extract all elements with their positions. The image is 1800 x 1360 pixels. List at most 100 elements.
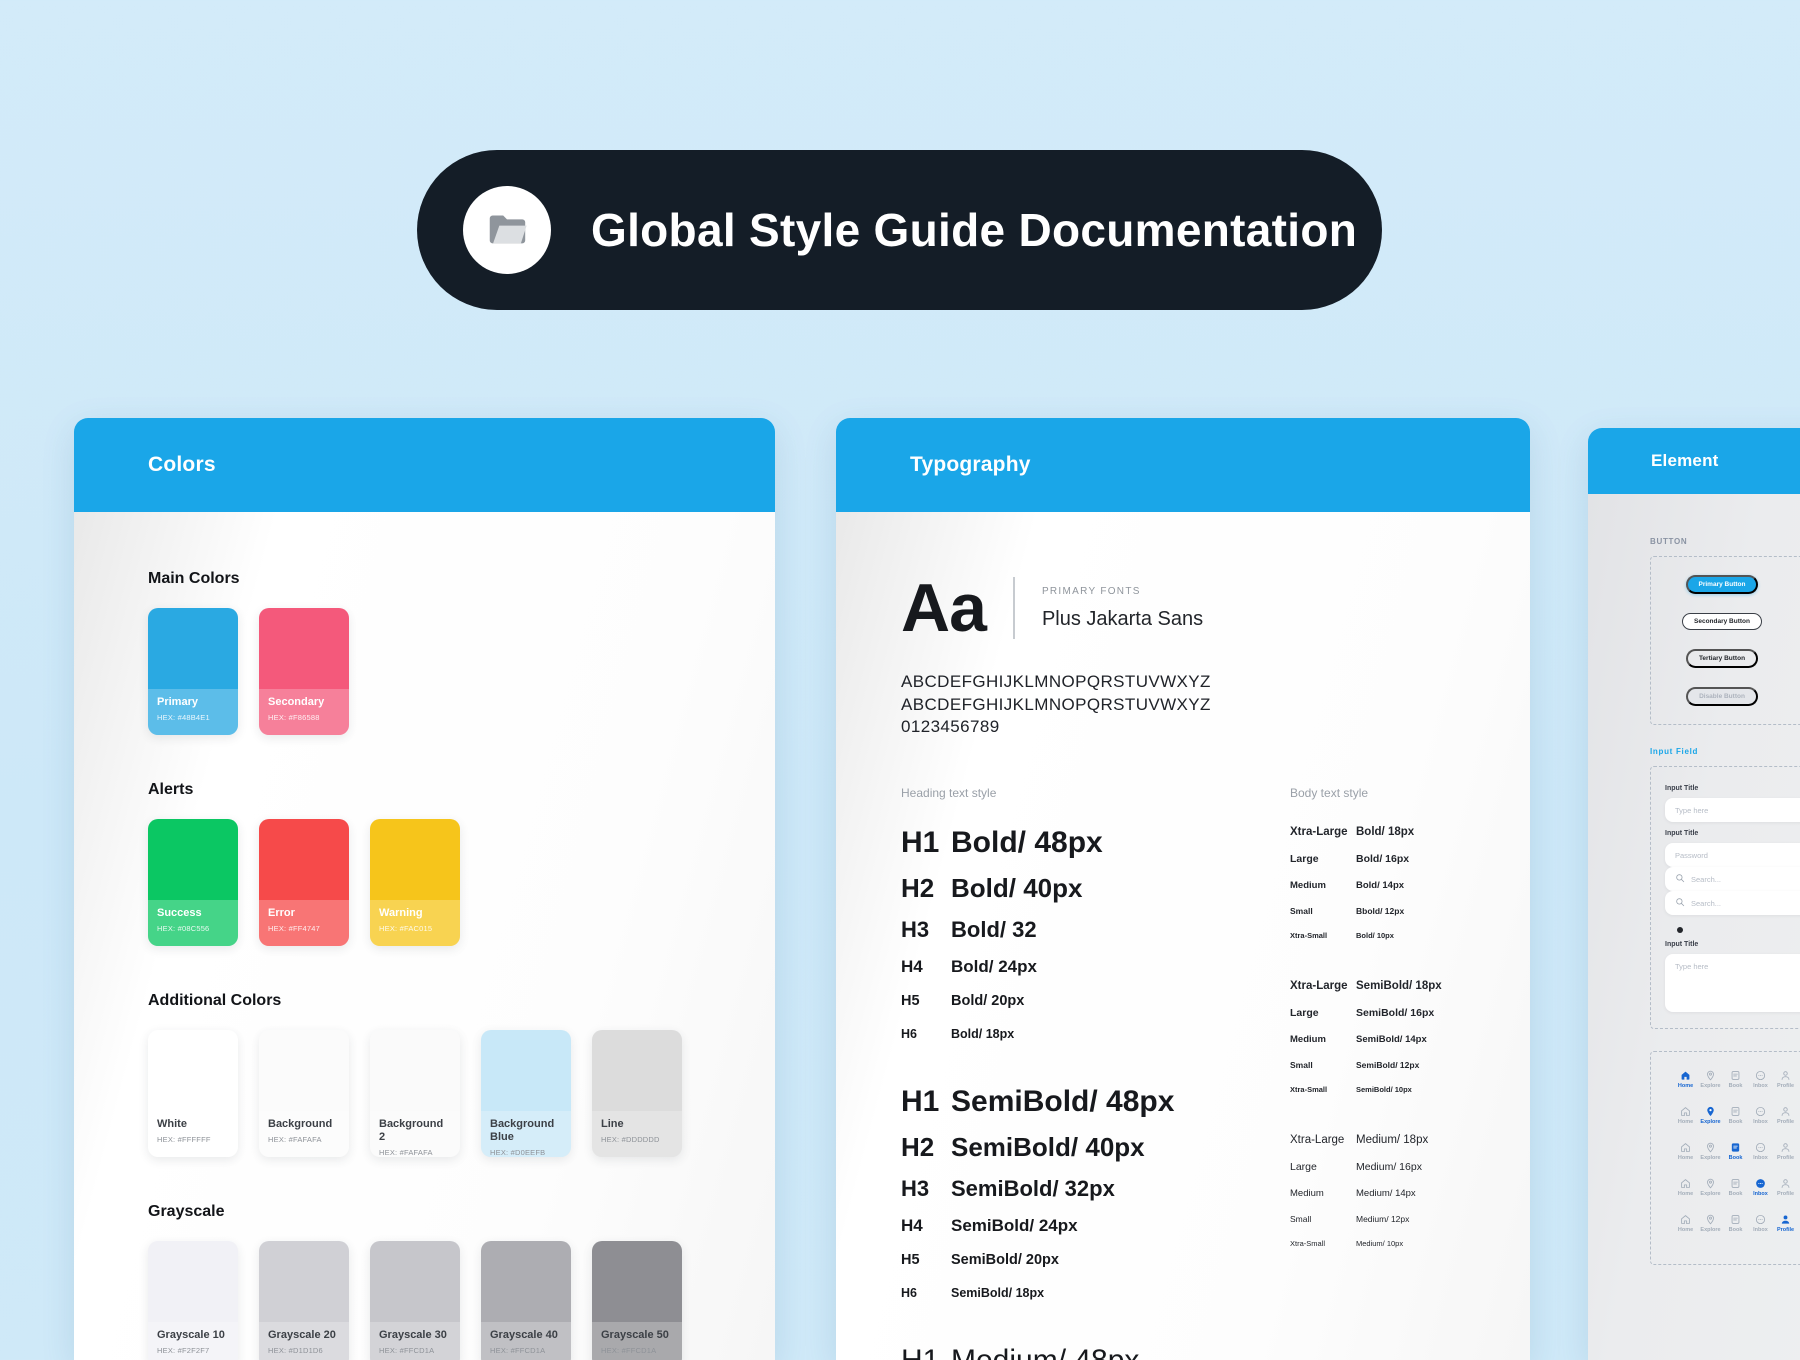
tab-item-explore[interactable]: Explore <box>1698 1214 1723 1233</box>
swatch-name: Error <box>268 907 340 920</box>
book-icon <box>1723 1142 1748 1153</box>
tertiary-button-small[interactable]: Tertiary Button <box>1686 649 1758 668</box>
heading-style-value: SemiBold/ 18px <box>951 1286 1044 1300</box>
secondary-button-small[interactable]: Secondary Button <box>1682 613 1762 630</box>
swatch-hex: HEX: #FFCD1A <box>601 1346 673 1355</box>
body-size-label: Medium <box>1290 1188 1356 1199</box>
tab-item-explore[interactable]: Explore <box>1698 1142 1723 1161</box>
tab-label: Home <box>1673 1155 1698 1161</box>
swatch-hex: HEX: #FFFFFF <box>157 1135 229 1144</box>
body-style-value: Bold/ 16px <box>1356 853 1409 865</box>
tab-item-inbox[interactable]: Inbox <box>1748 1070 1773 1089</box>
heading-style-row: H4 SemiBold/ 24px <box>901 1216 1290 1236</box>
body-style-row: Xtra-Large SemiBold/ 18px <box>1290 980 1530 992</box>
tab-item-explore[interactable]: Explore <box>1698 1178 1723 1197</box>
tab-item-book[interactable]: Book <box>1723 1214 1748 1233</box>
heading-style-group: H1 Medium/ 48px H2 Medium/ 40px <box>901 1344 1290 1360</box>
color-swatch: Success HEX: #08C556 <box>148 819 238 946</box>
colors-panel-body: Main Colors Primary HEX: #48B4E1 Seconda… <box>74 512 775 1360</box>
tab-item-home[interactable]: Home <box>1673 1142 1698 1161</box>
home-icon <box>1673 1106 1698 1117</box>
search-input[interactable]: Search... <box>1665 867 1800 891</box>
body-size-label: Medium <box>1290 880 1356 891</box>
password-input[interactable]: Password <box>1665 843 1800 867</box>
tab-item-profile[interactable]: Profile <box>1773 1214 1798 1233</box>
heading-styles-column: Heading text style H1 Bold/ 48px H2 Bold… <box>901 786 1290 1360</box>
heading-style-value: SemiBold/ 32px <box>951 1176 1115 1202</box>
tab-item-home[interactable]: Home <box>1673 1214 1698 1233</box>
tab-label: Book <box>1723 1119 1748 1125</box>
swatch-name: Warning <box>379 907 451 920</box>
tab-label: Explore <box>1698 1119 1723 1125</box>
body-size-label: Large <box>1290 853 1356 865</box>
heading-style-row: H6 Bold/ 18px <box>901 1027 1290 1041</box>
tab-item-book[interactable]: Book <box>1723 1106 1748 1125</box>
tab-label: Inbox <box>1748 1191 1773 1197</box>
tab-item-home[interactable]: Home <box>1673 1070 1698 1089</box>
tab-item-home[interactable]: Home <box>1673 1178 1698 1197</box>
tab-item-inbox[interactable]: Inbox <box>1748 1178 1773 1197</box>
body-style-row: Xtra-Small SemiBold/ 10px <box>1290 1085 1530 1094</box>
color-swatch: Primary HEX: #48B4E1 <box>148 608 238 735</box>
swatch-label: Background 2 HEX: #FAFAFA <box>370 1111 460 1157</box>
tab-label: Book <box>1723 1227 1748 1233</box>
inbox-icon <box>1748 1214 1773 1225</box>
color-section: Main Colors Primary HEX: #48B4E1 Seconda… <box>148 570 775 735</box>
body-style-value: Bold/ 10px <box>1356 931 1394 940</box>
colors-panel-title: Colors <box>148 453 216 477</box>
primary-fonts-label: PRIMARY FONTS <box>1042 586 1203 597</box>
home-icon <box>1673 1070 1698 1081</box>
body-styles-label: Body text style <box>1290 786 1530 800</box>
tab-item-home[interactable]: Home <box>1673 1106 1698 1125</box>
alphabet-line: ABCDEFGHIJKLMNOPQRSTUVWXYZ <box>901 671 1530 694</box>
tab-item-book[interactable]: Book <box>1723 1070 1748 1089</box>
body-style-row: Xtra-Small Medium/ 10px <box>1290 1239 1530 1248</box>
folder-icon-circle <box>463 186 551 274</box>
color-swatch: Background Blue HEX: #D0EEFB <box>481 1030 571 1157</box>
swatch-label: Grayscale 10 HEX: #F2F2F7 <box>148 1322 238 1360</box>
tab-item-inbox[interactable]: Inbox <box>1748 1106 1773 1125</box>
search-input[interactable]: Search... <box>1665 891 1800 915</box>
heading-tag: H4 <box>901 1216 951 1236</box>
tab-label: Inbox <box>1748 1119 1773 1125</box>
tab-item-book[interactable]: Book <box>1723 1142 1748 1161</box>
heading-style-value: Medium/ 48px <box>951 1344 1139 1360</box>
body-styles-column: Body text style Xtra-Large Bold/ 18px La… <box>1290 786 1530 1360</box>
body-size-label: Small <box>1290 1060 1356 1070</box>
tab-item-profile[interactable]: Profile <box>1773 1142 1798 1161</box>
body-size-label: Xtra-Large <box>1290 980 1356 992</box>
body-style-value: Medium/ 10px <box>1356 1239 1403 1248</box>
explore-pin-icon <box>1698 1142 1723 1153</box>
swatch-name: Grayscale 50 <box>601 1329 673 1342</box>
swatch-name: Primary <box>157 696 229 709</box>
tab-item-profile[interactable]: Profile <box>1773 1106 1798 1125</box>
body-size-label: Xtra-Large <box>1290 826 1356 838</box>
swatch-hex: HEX: #D0EEFB <box>490 1148 562 1157</box>
tab-bar-row: Home Explore Book Inbox Profile <box>1673 1214 1800 1233</box>
tab-item-explore[interactable]: Explore <box>1698 1070 1723 1089</box>
textarea-input[interactable]: Type here <box>1665 954 1800 1012</box>
swatch-label: Grayscale 50 HEX: #FFCD1A <box>592 1322 682 1360</box>
swatch-hex: HEX: #D1D1D6 <box>268 1346 340 1355</box>
heading-tag: H6 <box>901 1027 951 1041</box>
tab-item-inbox[interactable]: Inbox <box>1748 1214 1773 1233</box>
radio-dot[interactable] <box>1677 927 1683 933</box>
tab-item-profile[interactable]: Profile <box>1773 1178 1798 1197</box>
tab-item-book[interactable]: Book <box>1723 1178 1748 1197</box>
text-input[interactable]: Type here <box>1665 798 1800 822</box>
swatch-hex: HEX: #FAFAFA <box>268 1135 340 1144</box>
heading-style-row: H6 SemiBold/ 18px <box>901 1286 1290 1300</box>
body-style-row: Medium Bold/ 14px <box>1290 880 1530 891</box>
color-section-heading: Main Colors <box>148 570 775 588</box>
button-section-label: BUTTON <box>1650 537 1800 546</box>
tab-item-profile[interactable]: Profile <box>1773 1070 1798 1089</box>
heading-style-value: SemiBold/ 48px <box>951 1085 1174 1119</box>
swatch-name: Secondary <box>268 696 340 709</box>
book-icon <box>1723 1106 1748 1117</box>
primary-button-small[interactable]: Primary Button <box>1686 575 1759 594</box>
disabled-button-small[interactable]: Disable Button <box>1686 687 1758 706</box>
tab-label: Home <box>1673 1191 1698 1197</box>
tab-item-explore[interactable]: Explore <box>1698 1106 1723 1125</box>
tab-item-inbox[interactable]: Inbox <box>1748 1142 1773 1161</box>
heading-style-value: Bold/ 24px <box>951 957 1037 977</box>
